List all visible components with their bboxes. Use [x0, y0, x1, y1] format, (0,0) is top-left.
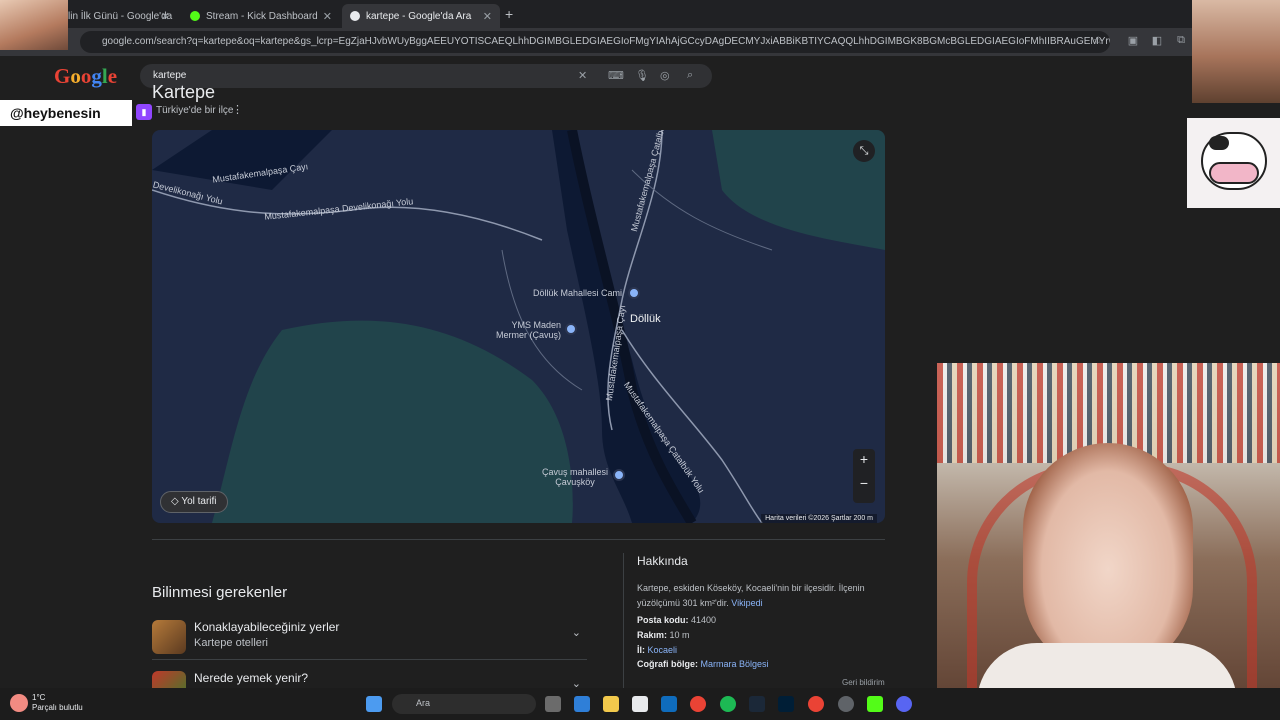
- page-subtitle: Türkiye'de bir ilçe: [156, 105, 234, 116]
- lens-icon[interactable]: ◎: [660, 69, 670, 82]
- steam-icon[interactable]: [749, 696, 765, 712]
- mine-pin-icon[interactable]: [565, 323, 577, 335]
- url-field[interactable]: google.com/search?q=kartepe&oq=kartepe&g…: [80, 31, 1110, 53]
- accordion-title: Nerede yemek yenir?: [194, 671, 309, 685]
- webcam-feed: [937, 363, 1280, 720]
- fact-province: İl: Kocaeli: [637, 645, 678, 655]
- webcam-overlay-small: [0, 0, 68, 50]
- task-view-icon[interactable]: [545, 696, 561, 712]
- zoom-out-button[interactable]: −: [853, 475, 875, 501]
- tab-kick-dashboard[interactable]: Stream - Kick Dashboard ✕: [182, 4, 340, 28]
- google-logo[interactable]: Google: [54, 64, 117, 89]
- store-icon[interactable]: [632, 696, 648, 712]
- page-title: Kartepe: [152, 82, 216, 102]
- bookmark-star-icon[interactable]: ☆: [1091, 34, 1105, 48]
- streamer-handle: @heybenesin: [0, 100, 132, 126]
- weather-condition: Parçalı bulutlu: [32, 703, 83, 712]
- chrome-active-icon[interactable]: [808, 696, 824, 712]
- tab-bar: lin İlk Günü - Google'da ✕ Stream - Kick…: [0, 0, 1280, 28]
- village-pin-icon[interactable]: [613, 469, 625, 481]
- divider: [152, 539, 885, 540]
- map-label-place[interactable]: Döllük: [630, 313, 661, 325]
- tab-label: kartepe - Google'da Ara: [366, 10, 472, 22]
- zoom-control: + −: [853, 449, 875, 503]
- photoshop-icon[interactable]: [778, 696, 794, 712]
- map-label-mosque[interactable]: Döllük Mahallesi Cami: [533, 288, 622, 298]
- directions-label: Yol tarifi: [181, 496, 217, 507]
- cow-spot: [1209, 136, 1229, 150]
- map-attribution[interactable]: Harita verileri ©2026 Şartlar 200 m: [761, 514, 877, 523]
- outlook-icon[interactable]: [661, 696, 677, 712]
- close-icon[interactable]: ✕: [483, 10, 492, 23]
- more-options-icon[interactable]: ⋮: [232, 103, 243, 116]
- about-text: Kartepe, eskiden Köseköy, Kocaeli'nin bi…: [637, 581, 882, 611]
- about-heading: Hakkında: [637, 554, 688, 568]
- file-explorer-icon[interactable]: [603, 696, 619, 712]
- extension-icon[interactable]: ▣: [1126, 34, 1140, 48]
- keyboard-icon[interactable]: ⌨: [608, 69, 624, 82]
- section-heading: Bilinmesi gerekenler: [152, 584, 288, 601]
- close-icon[interactable]: ✕: [161, 10, 170, 23]
- weather-temp: 1°C: [32, 693, 46, 702]
- mosque-pin-icon[interactable]: [628, 287, 640, 299]
- accordion-item-lodging[interactable]: Konaklayabileceğiniz yerler Kartepe otel…: [152, 616, 587, 660]
- search-icon[interactable]: ⌕: [687, 69, 693, 82]
- puzzle-icon[interactable]: ⧉: [1174, 34, 1188, 48]
- lodging-thumbnail: [152, 620, 186, 654]
- microphone-icon[interactable]: 🎙: [635, 69, 649, 82]
- chrome-icon[interactable]: [690, 696, 706, 712]
- map-label-mine[interactable]: YMS Maden Mermer (Çavuş): [496, 320, 561, 340]
- cow-snout: [1209, 162, 1259, 184]
- search-input[interactable]: kartepe: [153, 70, 186, 81]
- taskbar-search-label: Ara: [416, 698, 431, 708]
- accordion-title: Konaklayabileceğiniz yerler: [194, 620, 340, 634]
- tab-kartepe-search[interactable]: kartepe - Google'da Ara ✕: [342, 4, 500, 28]
- kick-app-icon[interactable]: [867, 696, 883, 712]
- address-bar-row: ⚙ google.com/search?q=kartepe&oq=kartepe…: [0, 28, 1280, 56]
- wikipedia-link[interactable]: Vikipedi: [731, 598, 762, 608]
- kick-icon: [190, 11, 200, 21]
- copilot-icon[interactable]: [574, 696, 590, 712]
- windows-start-icon[interactable]: [366, 696, 382, 712]
- weather-widget[interactable]: 1°C Parçalı bulutlu: [10, 693, 83, 713]
- tab-label: lin İlk Günü - Google'da: [68, 10, 173, 22]
- tab-google-search-1[interactable]: lin İlk Günü - Google'da ✕: [60, 4, 178, 28]
- taskbar-search[interactable]: Ara: [392, 694, 536, 714]
- chevron-down-icon[interactable]: ⌄: [572, 626, 581, 639]
- spotify-icon[interactable]: [720, 696, 736, 712]
- accordion-subtitle: Kartepe otelleri: [194, 637, 268, 649]
- directions-icon: ◇: [171, 496, 179, 507]
- feedback-link[interactable]: Geri bildirim: [842, 678, 885, 687]
- directions-button[interactable]: ◇ Yol tarifi: [160, 491, 228, 513]
- map-view[interactable]: Mustafakemalpaşa Çayı Develikonağı Yolu …: [152, 130, 885, 523]
- streamer-face: [1023, 443, 1193, 673]
- new-tab-button[interactable]: +: [505, 6, 513, 22]
- extension-icon[interactable]: ◧: [1150, 34, 1164, 48]
- tab-label: Stream - Kick Dashboard: [206, 10, 318, 22]
- discord-icon[interactable]: [896, 696, 912, 712]
- obs-icon[interactable]: [838, 696, 854, 712]
- fact-elevation: Rakım: 10 m: [637, 630, 690, 640]
- zoom-in-button[interactable]: +: [853, 451, 875, 477]
- column-divider: [623, 553, 624, 688]
- google-icon: [350, 11, 360, 21]
- search-box[interactable]: kartepe ✕ ⌨ 🎙 ◎ ⌕: [140, 64, 712, 88]
- webcam-overlay-top-right: [1192, 0, 1280, 103]
- close-icon[interactable]: ✕: [323, 10, 332, 23]
- clear-icon[interactable]: ✕: [578, 69, 587, 82]
- cow-sticker: [1187, 118, 1280, 208]
- fact-region: Coğrafi bölge: Marmara Bölgesi: [637, 659, 769, 669]
- url-text: google.com/search?q=kartepe&oq=kartepe&g…: [102, 36, 1110, 47]
- map-label-village[interactable]: Çavuş mahallesi Çavuşköy: [542, 467, 608, 487]
- fact-postal-code: Posta kodu: 41400: [637, 615, 717, 625]
- twitch-icon: ▮: [136, 104, 152, 120]
- collapse-map-icon[interactable]: ⤡: [853, 140, 875, 162]
